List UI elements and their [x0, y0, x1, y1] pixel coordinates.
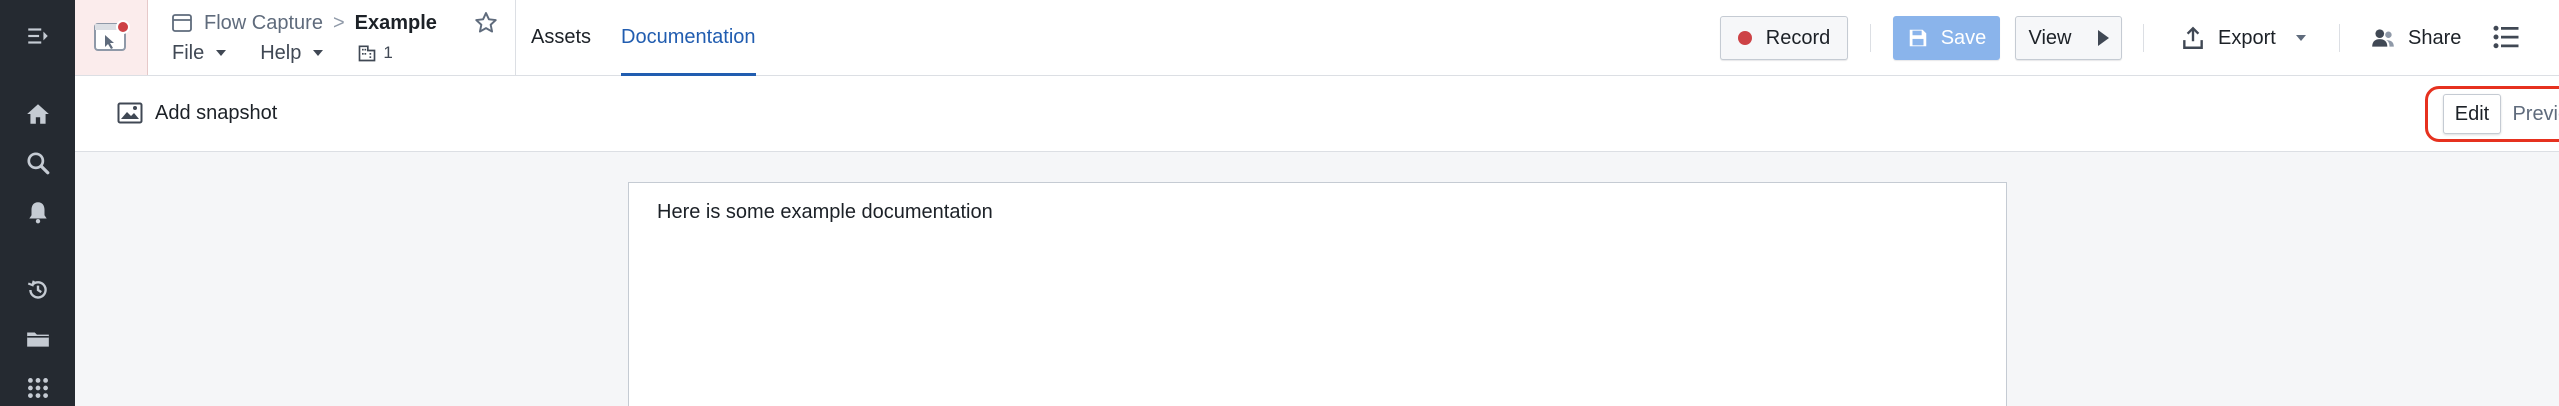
record-button[interactable]: Record [1720, 16, 1848, 60]
menubar: File Help 1 [172, 40, 393, 66]
save-button-label: Save [1940, 26, 1987, 49]
edit-preview-toggle: Edit Preview [2443, 94, 2559, 134]
caret-down-icon [2295, 35, 2306, 41]
left-nav-rail [0, 0, 75, 406]
document-toolbar: Add snapshot Edit Preview [75, 76, 2559, 152]
save-button[interactable]: Save [1893, 16, 2000, 60]
folder-icon [26, 332, 49, 347]
search-button[interactable] [0, 139, 75, 187]
resource-title[interactable]: Example [355, 12, 437, 35]
help-menu-label: Help [260, 41, 302, 64]
folder-outline-icon [172, 14, 192, 32]
caret-down-icon [313, 50, 324, 56]
share-button-label: Share [2408, 26, 2462, 49]
add-snapshot-button[interactable]: Add snapshot [117, 96, 277, 130]
caret-down-icon [216, 50, 227, 56]
building-icon [359, 45, 376, 62]
header-separator [1870, 24, 1871, 52]
notifications-button[interactable] [0, 188, 75, 236]
header-separator [2143, 24, 2144, 52]
breadcrumb-separator: > [332, 11, 345, 34]
share-button[interactable]: Share [2370, 16, 2461, 60]
notifications-bell-icon [28, 202, 47, 224]
apps-button[interactable] [0, 364, 75, 406]
home-icon [26, 104, 49, 124]
history-icon [27, 280, 47, 299]
documentation-text[interactable]: Here is some example documentation [657, 201, 993, 224]
help-menu[interactable]: Help [260, 41, 324, 65]
view-button[interactable]: View [2015, 16, 2122, 60]
app-header: Flow Capture > Example File Help 1 Asset… [75, 0, 2559, 76]
play-icon [2097, 30, 2109, 46]
expand-sidebar-icon [27, 28, 48, 44]
save-floppy-icon [1909, 29, 1926, 47]
breadcrumb: Flow Capture > Example [170, 10, 437, 36]
header-separator [2339, 24, 2340, 52]
favorite-star-icon[interactable] [473, 10, 499, 36]
app-window: Flow Capture > Example File Help 1 Asset… [0, 0, 2559, 406]
search-icon [26, 152, 49, 175]
app-logo[interactable] [75, 0, 148, 75]
view-button-label: View [2028, 26, 2072, 49]
tab-documentation[interactable]: Documentation [621, 0, 756, 76]
add-snapshot-label: Add snapshot [155, 101, 278, 124]
home-button[interactable] [0, 90, 75, 138]
export-button-label: Export [2218, 26, 2276, 49]
list-menu-icon[interactable] [2491, 22, 2521, 52]
flow-capture-app-icon [94, 19, 130, 51]
tab-assets[interactable]: Assets [531, 0, 591, 75]
file-menu[interactable]: File [172, 41, 227, 65]
breadcrumb-parent-link[interactable]: Flow Capture [204, 12, 323, 35]
documentation-editor[interactable]: Here is some example documentation [628, 182, 2007, 406]
expand-sidebar-button[interactable] [0, 12, 75, 60]
record-button-label: Record [1765, 26, 1831, 49]
export-upload-icon [2183, 26, 2203, 49]
file-menu-label: File [172, 41, 205, 64]
organization-count: 1 [383, 43, 393, 62]
organization-indicator[interactable]: 1 [357, 43, 393, 63]
edit-mode-button[interactable]: Edit [2443, 94, 2501, 134]
export-button[interactable]: Export [2180, 16, 2306, 60]
history-button[interactable] [0, 266, 75, 314]
files-button[interactable] [0, 315, 75, 363]
preview-mode-button[interactable]: Preview [2501, 94, 2559, 134]
documentation-content: Here is some example documentation [75, 153, 2559, 406]
record-dot-icon [1737, 31, 1752, 45]
share-people-icon [2372, 29, 2394, 47]
apps-grid-icon [27, 378, 48, 398]
image-icon [117, 102, 143, 124]
header-divider [515, 0, 516, 75]
tab-bar: Assets Documentation [531, 0, 786, 76]
